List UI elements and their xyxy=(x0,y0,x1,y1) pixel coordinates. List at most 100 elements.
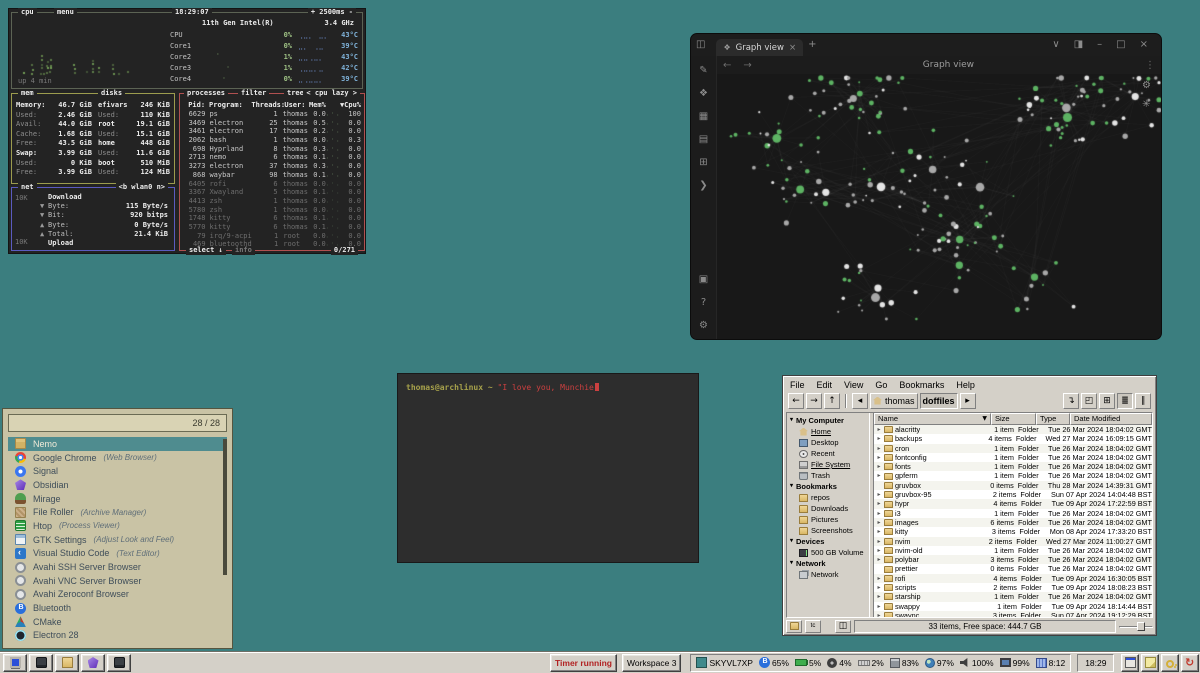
launcher-item[interactable]: Visual Studio Code(Text Editor) xyxy=(8,547,227,561)
dual-pane-icon[interactable]: ∥ xyxy=(1135,393,1151,409)
tray-globe[interactable]: 97% xyxy=(925,658,954,668)
sidebar-item-desktop[interactable]: Desktop xyxy=(790,437,869,448)
knowledge-graph-canvas[interactable] xyxy=(717,74,1162,323)
file-row[interactable]: ▸backups4 itemsFolderWed 27 Mar 2024 16:… xyxy=(874,434,1152,443)
process-row[interactable]: 5770kitty6thomas0.1⠄⠂⠄0.0 xyxy=(183,223,361,232)
breadcrumb-home[interactable]: thomas xyxy=(870,393,918,409)
launcher-item[interactable]: Nemo xyxy=(8,437,227,451)
file-row[interactable]: ▸rofi4 itemsFolderTue 09 Apr 2024 16:30:… xyxy=(874,574,1152,583)
taskbar-app-kitty-icon[interactable] xyxy=(107,654,131,672)
taskbar-app-obsidian-icon[interactable] xyxy=(81,654,105,672)
sidebar-section-bookmarks[interactable]: Bookmarks xyxy=(790,481,869,492)
launcher-item[interactable]: Avahi SSH Server Browser xyxy=(8,560,227,574)
column-size[interactable]: Size xyxy=(991,413,1036,425)
graph-controls-icon[interactable]: ✳ xyxy=(1142,99,1151,110)
launcher-item[interactable]: Htop(Process Viewer) xyxy=(8,519,227,533)
process-row[interactable]: 3461electron17thomas0.2⠄⠂⠄0.0 xyxy=(183,127,361,136)
tray-battery[interactable]: 5% xyxy=(795,658,821,668)
sidebar-item-pictures[interactable]: Pictures xyxy=(790,514,869,525)
obsidian-titlebar[interactable]: ◫ ❖ Graph view × + ∨ ◨ – □ × xyxy=(691,34,1161,56)
file-row[interactable]: ▸kitty3 itemsFolderMon 08 Apr 2024 17:33… xyxy=(874,527,1152,536)
process-row[interactable]: 3273electron37thomas0.3⠄⠂⠄0.0 xyxy=(183,162,361,171)
menu-file[interactable]: File xyxy=(790,380,805,390)
net-interface[interactable]: <b wlan0 n> xyxy=(116,183,168,192)
launcher-item[interactable]: GTK Settings(Adjust Look and Feel) xyxy=(8,533,227,547)
back-button[interactable]: ← xyxy=(788,393,804,409)
process-row[interactable]: 3469electron25thomas0.5⠄⠂⠄0.0 xyxy=(183,119,361,128)
command-palette-icon[interactable]: ⊞ xyxy=(699,158,707,168)
tab-list-chevron-icon[interactable]: ∨ xyxy=(1047,40,1064,50)
terminal-icon[interactable]: ❯ xyxy=(699,181,707,191)
file-row[interactable]: prettier0 itemsFolderTue 26 Mar 2024 18:… xyxy=(874,564,1152,573)
icon-size-slider[interactable] xyxy=(1119,620,1153,633)
tab-scroll-left-button[interactable]: ◂ xyxy=(852,393,868,409)
back-icon[interactable]: ← xyxy=(717,60,737,71)
menu-go[interactable]: Go xyxy=(875,380,887,390)
tray-cpu[interactable]: 99% xyxy=(1000,658,1030,668)
column-date[interactable]: Date Modified xyxy=(1070,413,1152,425)
process-row[interactable]: 6629ps1thomas0.0⠄⠂⠄100 xyxy=(183,110,361,119)
column-name[interactable]: Name▼ xyxy=(874,413,991,425)
taskbar-app-kitty-icon[interactable] xyxy=(29,654,53,672)
more-options-icon[interactable]: ⋮ xyxy=(1139,60,1161,71)
launch-restart-icon[interactable]: ↻ xyxy=(1181,654,1199,672)
sidebar-item-recent[interactable]: Recent xyxy=(790,448,869,459)
tray-disk[interactable]: 83% xyxy=(890,658,919,668)
file-row[interactable]: ▸alacritty1 itemFolderTue 26 Mar 2024 18… xyxy=(874,425,1152,434)
menu-bookmarks[interactable]: Bookmarks xyxy=(899,380,944,390)
launcher-item[interactable]: Avahi Zeroconf Browser xyxy=(8,588,227,602)
launcher-item[interactable]: Bluetooth xyxy=(8,601,227,615)
launcher-scrollbar[interactable] xyxy=(223,439,227,575)
process-footer-info[interactable]: info xyxy=(232,246,255,255)
right-sidebar-toggle-icon[interactable]: ◨ xyxy=(1069,40,1088,50)
terminal-window[interactable]: thomas@archlinux ~ "I love you, Munchie xyxy=(397,373,699,563)
sidebar-item-network[interactable]: Network xyxy=(790,569,869,580)
minimize-icon[interactable]: – xyxy=(1092,40,1107,50)
tray-fan[interactable]: 4% xyxy=(827,658,851,668)
show-devices-button[interactable]: ◫ xyxy=(835,620,851,633)
settings-icon[interactable]: ⚙ xyxy=(699,321,708,331)
list-view-icon[interactable]: ≣ xyxy=(1117,393,1133,409)
help-icon[interactable]: ? xyxy=(701,298,706,308)
graph-viewport[interactable]: ⚙ ✳ xyxy=(717,74,1161,339)
forward-button[interactable]: → xyxy=(806,393,822,409)
find-files-icon[interactable]: ◰ xyxy=(1081,393,1097,409)
new-tab-icon[interactable]: + xyxy=(803,40,821,50)
tab-graph-view[interactable]: ❖ Graph view × xyxy=(716,39,803,56)
tray-calendar[interactable]: 8:12 xyxy=(1036,658,1066,668)
btop-tab-menu[interactable]: menu xyxy=(54,8,77,17)
launcher-search-input[interactable]: 28 / 28 xyxy=(8,414,227,432)
file-row[interactable]: ▸images6 itemsFolderTue 26 Mar 2024 18:0… xyxy=(874,518,1152,527)
sidebar-section-network[interactable]: Network xyxy=(790,558,869,569)
sidebar-item-screenshots[interactable]: Screenshots xyxy=(790,525,869,536)
launcher-item[interactable]: Signal xyxy=(8,464,227,478)
file-row[interactable]: ▸swappy1 itemFolderTue 09 Apr 2024 18:14… xyxy=(874,602,1152,611)
launcher-item[interactable]: File Roller(Archive Manager) xyxy=(8,505,227,519)
launcher-item[interactable]: Avahi VNC Server Browser xyxy=(8,574,227,588)
btop-tab-cpu[interactable]: cpu xyxy=(18,8,37,17)
file-row[interactable]: ▸starship1 itemFolderTue 26 Mar 2024 18:… xyxy=(874,592,1152,601)
btop-tab-processes[interactable]: processes xyxy=(184,89,228,98)
process-row[interactable]: 1748kitty6thomas0.1⠄⠂⠄0.0 xyxy=(183,214,361,223)
process-row[interactable]: 2713nemo6thomas0.1⠄⠂⠄0.0 xyxy=(183,153,361,162)
file-row[interactable]: ▸polybar3 itemsFolderTue 26 Mar 2024 18:… xyxy=(874,555,1152,564)
file-row[interactable]: ▸i31 itemFolderTue 26 Mar 2024 18:04:02 … xyxy=(874,509,1152,518)
open-terminal-icon[interactable]: ↴ xyxy=(1063,393,1079,409)
sidebar-item-home[interactable]: Home xyxy=(790,426,869,437)
process-sort-control[interactable]: < cpu lazy > xyxy=(303,89,360,98)
taskbar-app-computer-icon[interactable] xyxy=(3,654,27,672)
launch-keys-icon[interactable] xyxy=(1161,654,1179,672)
tray-network[interactable]: SKYVL7XP xyxy=(696,657,752,668)
sidebar-section-my-computer[interactable]: My Computer xyxy=(790,415,869,426)
file-row[interactable]: ▸fontconfig1 itemFolderTue 26 Mar 2024 1… xyxy=(874,453,1152,462)
file-row[interactable]: ▸gruvbox-952 itemsFolderSun 07 Apr 2024 … xyxy=(874,490,1152,499)
menu-help[interactable]: Help xyxy=(956,380,975,390)
menu-view[interactable]: View xyxy=(844,380,863,390)
sidebar-item-500-gb-volume[interactable]: 500 GB Volume xyxy=(790,547,869,558)
sidebar-item-file-system[interactable]: File System xyxy=(790,459,869,470)
sidebar-section-devices[interactable]: Devices xyxy=(790,536,869,547)
file-row[interactable]: ▸swaync3 itemsFolderSun 07 Apr 2024 19:1… xyxy=(874,611,1152,617)
timer-button[interactable]: Timer running xyxy=(550,654,617,672)
launcher-item[interactable]: Obsidian xyxy=(8,478,227,492)
process-row[interactable]: 698Hyprland8thomas0.3⠄⠂⠄0.0 xyxy=(183,145,361,154)
